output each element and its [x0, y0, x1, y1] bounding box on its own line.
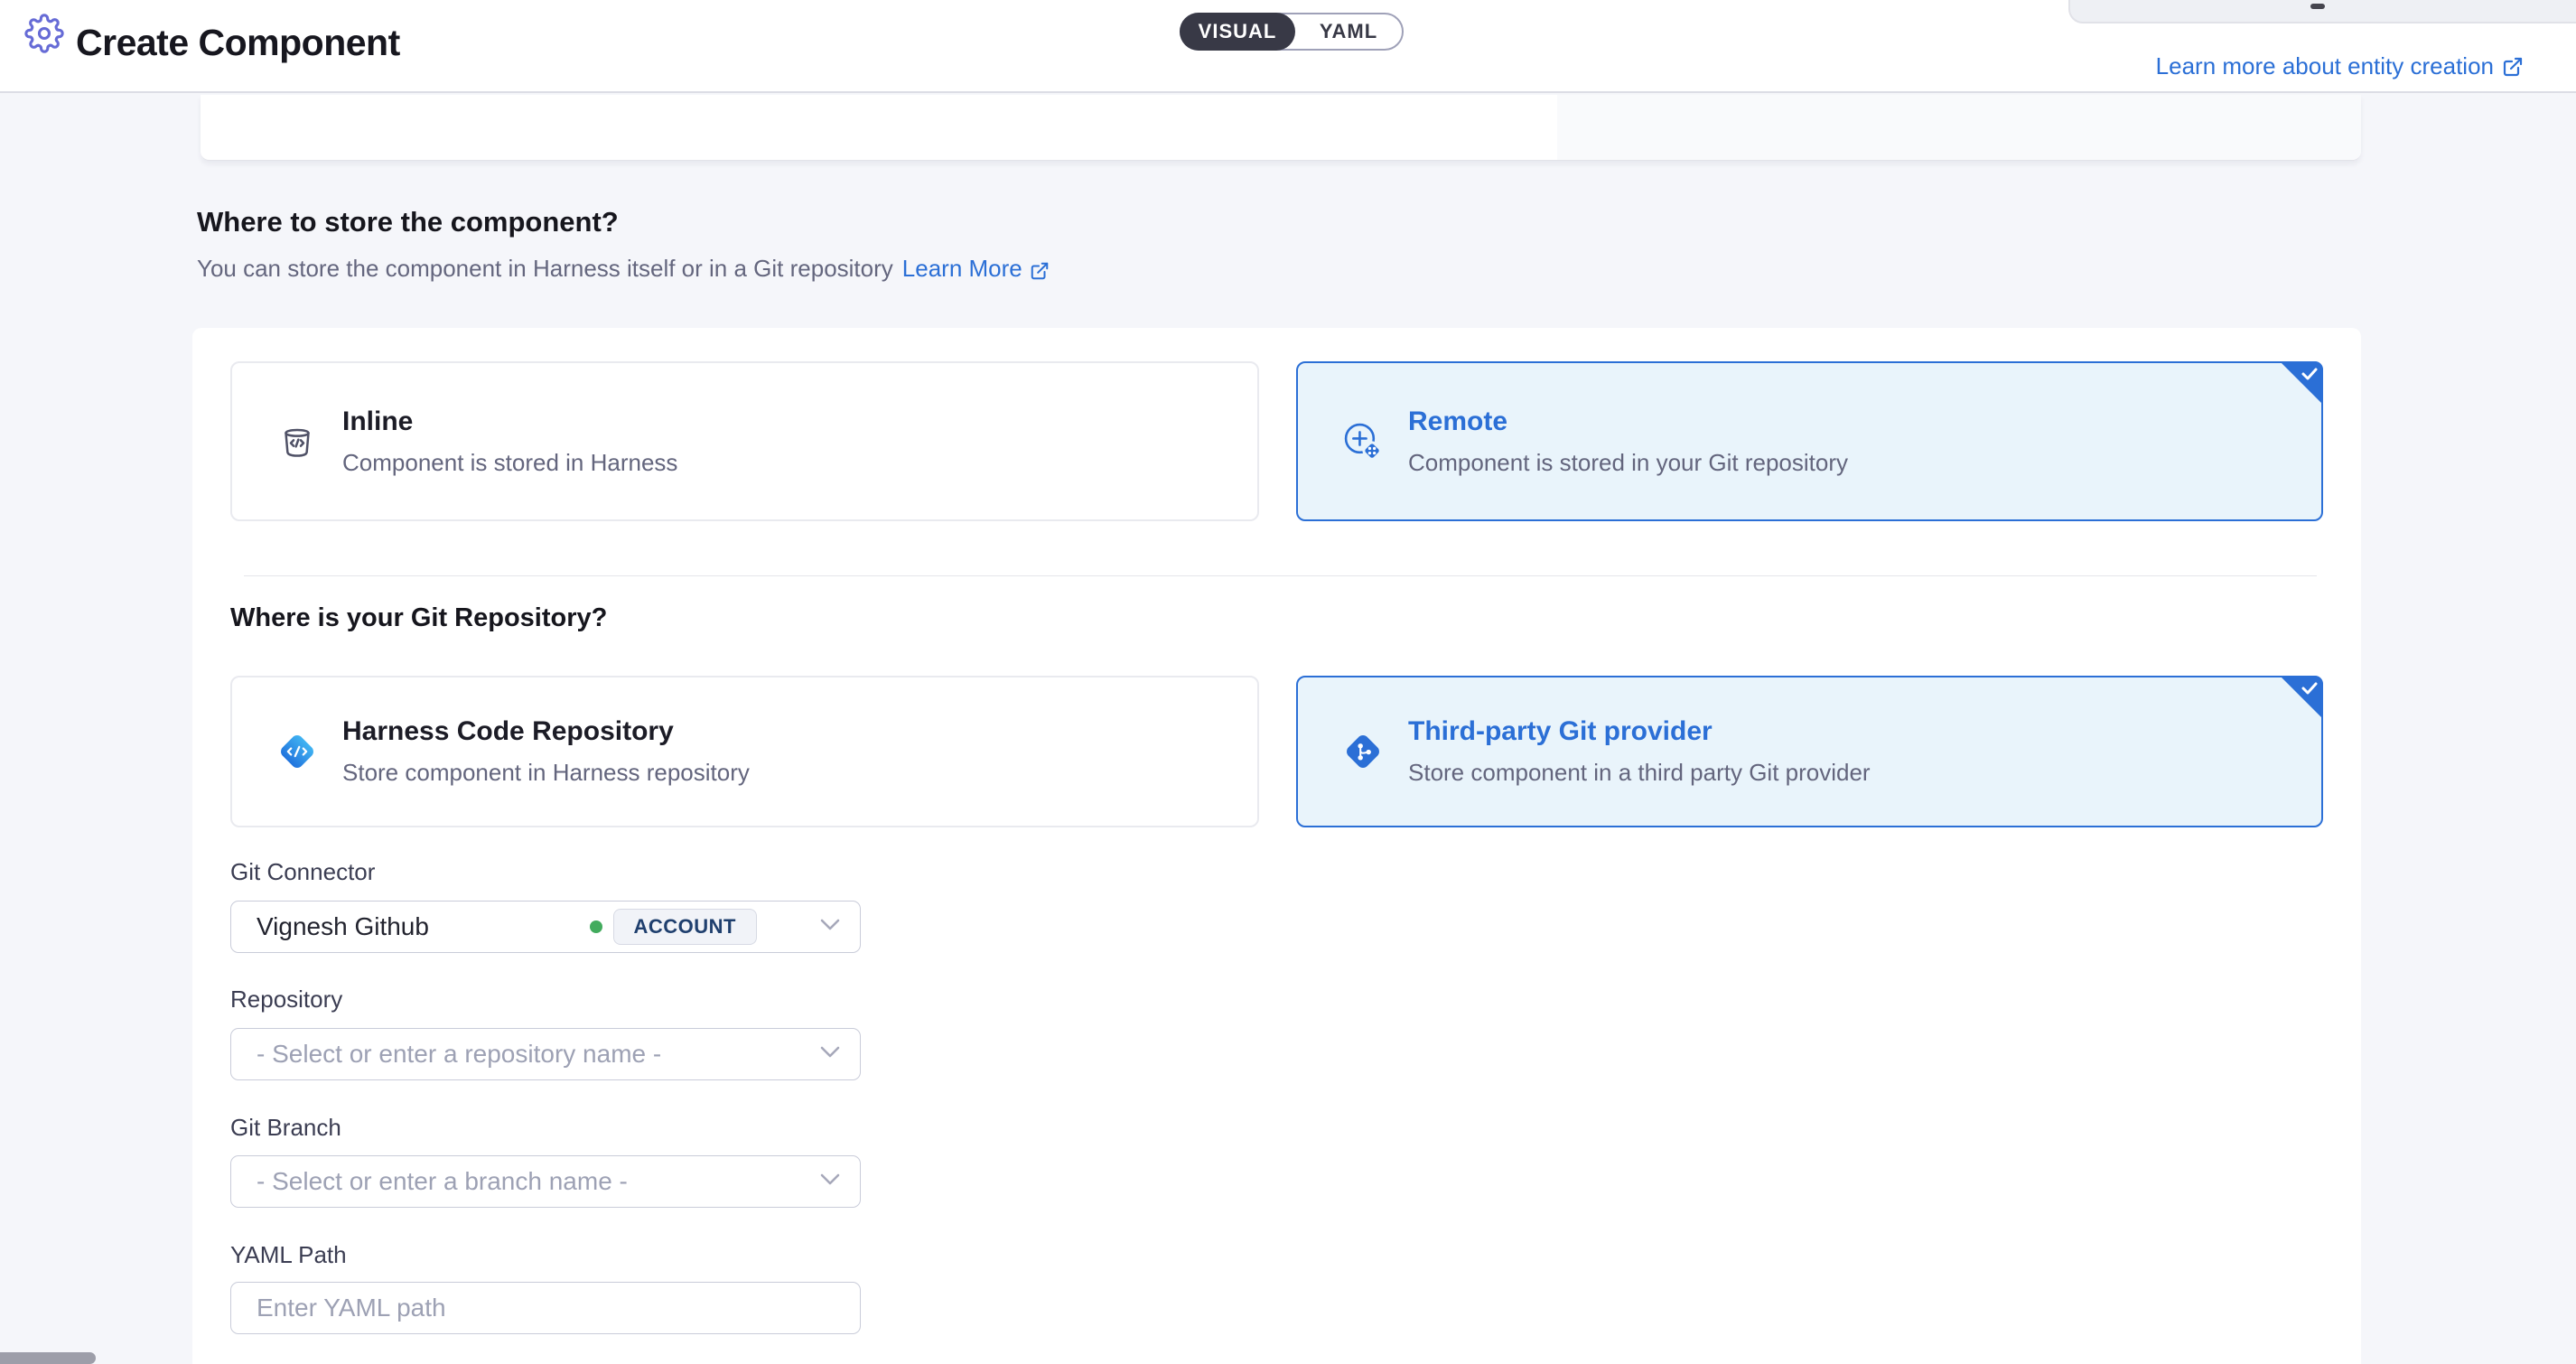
scrolled-panel-bottom: [201, 95, 2361, 161]
harness-code-icon: [274, 728, 321, 775]
git-branch-select[interactable]: - Select or enter a branch name -: [230, 1155, 861, 1208]
learn-more-link[interactable]: Learn More: [902, 255, 1050, 283]
card-title: Third-party Git provider: [1408, 716, 1871, 747]
repository-select[interactable]: - Select or enter a repository name -: [230, 1028, 861, 1080]
yaml-path-input[interactable]: [230, 1282, 861, 1334]
chevron-down-icon: [820, 1046, 840, 1062]
card-title: Remote: [1408, 406, 1848, 437]
connectivity-status-dot: [590, 920, 602, 933]
git-branch-label: Git Branch: [230, 1114, 341, 1142]
scrolled-panel-side: [1557, 95, 2361, 160]
option-card-third-party[interactable]: Third-party Git provider Store component…: [1296, 676, 2323, 827]
repository-label: Repository: [230, 986, 342, 1014]
external-link-icon: [2502, 56, 2524, 78]
popover-remnant: [2068, 0, 2576, 23]
remote-storage-icon: [1339, 418, 1386, 465]
chevron-down-icon: [820, 919, 840, 935]
tab-visual[interactable]: VISUAL: [1180, 13, 1295, 51]
visual-yaml-toggle: VISUAL YAML: [1180, 13, 1404, 51]
horizontal-scrollbar-thumb[interactable]: [0, 1352, 96, 1364]
option-card-remote[interactable]: Remote Component is stored in your Git r…: [1296, 361, 2323, 521]
learn-more-entity-label: Learn more about entity creation: [2156, 52, 2494, 80]
card-title: Harness Code Repository: [342, 716, 750, 747]
page-title: Create Component: [76, 22, 400, 64]
option-card-inline[interactable]: Inline Component is stored in Harness: [230, 361, 1259, 521]
git-connector-select[interactable]: Vignesh Github ACCOUNT: [230, 901, 861, 953]
git-connector-label: Git Connector: [230, 858, 375, 886]
storage-subtitle-text: You can store the component in Harness i…: [197, 255, 893, 283]
git-connector-value: Vignesh Github: [231, 912, 590, 941]
storage-section-subtitle: You can store the component in Harness i…: [197, 255, 1050, 283]
card-description: Component is stored in your Git reposito…: [1408, 449, 1848, 477]
tab-yaml[interactable]: YAML: [1295, 14, 1402, 49]
selected-check-corner: [2280, 676, 2323, 719]
yaml-path-label: YAML Path: [230, 1241, 347, 1269]
content-sheet: Inline Component is stored in Harness Re…: [192, 328, 2361, 1364]
page-header: Create Component VISUAL YAML Learn more …: [0, 0, 2576, 93]
scope-badge: ACCOUNT: [613, 909, 758, 945]
card-description: Component is stored in Harness: [342, 449, 677, 477]
chevron-down-icon: [820, 1173, 840, 1190]
card-description: Store component in a third party Git pro…: [1408, 759, 1871, 787]
card-description: Store component in Harness repository: [342, 759, 750, 787]
option-card-harness-code[interactable]: Harness Code Repository Store component …: [230, 676, 1259, 827]
git-branch-placeholder: - Select or enter a branch name -: [231, 1167, 820, 1196]
selected-check-corner: [2280, 361, 2323, 405]
repository-placeholder: - Select or enter a repository name -: [231, 1040, 820, 1069]
inline-storage-icon: [274, 418, 321, 465]
gear-icon: [24, 14, 64, 53]
git-provider-icon: [1339, 728, 1386, 775]
external-link-icon: [1030, 259, 1050, 279]
git-repo-section-heading: Where is your Git Repository?: [230, 603, 607, 633]
learn-more-entity-link[interactable]: Learn more about entity creation: [2156, 52, 2524, 80]
check-icon: [2301, 367, 2319, 381]
card-title: Inline: [342, 406, 677, 437]
storage-section-heading: Where to store the component?: [197, 206, 619, 238]
popover-handle: [2310, 4, 2325, 9]
check-icon: [2301, 681, 2319, 696]
section-divider: [244, 575, 2317, 576]
